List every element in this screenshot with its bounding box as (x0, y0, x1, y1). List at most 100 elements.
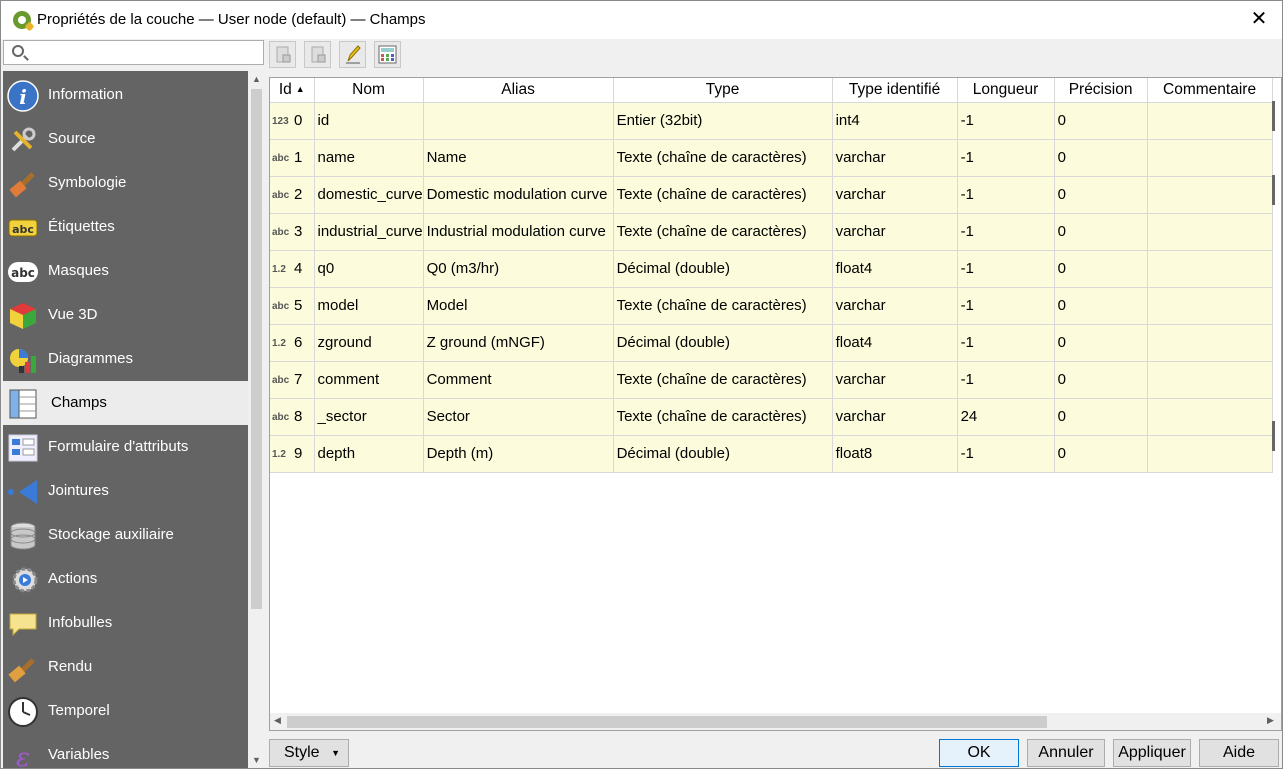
sidebar-scrollbar[interactable]: ▲ ▼ (248, 71, 265, 768)
cell-type[interactable]: Texte (chaîne de caractères) (613, 287, 833, 325)
cell-typename[interactable]: int4 (832, 102, 958, 140)
id-cell[interactable]: abc 8 (270, 398, 315, 436)
column-header[interactable]: Précision (1054, 78, 1148, 103)
style-dropdown-button[interactable]: Style ▼ (269, 739, 349, 767)
cell-name[interactable]: name (314, 139, 424, 177)
cell-alias[interactable]: Name (423, 139, 614, 177)
cell-alias[interactable]: Depth (m) (423, 435, 614, 473)
cell-name[interactable]: comment (314, 361, 424, 399)
table-row[interactable]: 123 0 id Entier (32bit) int4 -1 0 (270, 102, 1273, 140)
cell-comment[interactable] (1147, 176, 1273, 214)
column-header[interactable]: Id ▲ (270, 78, 315, 103)
sidebar-item-temporel[interactable]: Temporel (3, 689, 248, 733)
cell-length[interactable]: -1 (957, 435, 1055, 473)
sidebar-item-jointures[interactable]: Jointures (3, 469, 248, 513)
search-input[interactable] (3, 40, 264, 65)
scroll-left-arrow-icon[interactable]: ◀ (274, 715, 281, 726)
cell-length[interactable]: -1 (957, 176, 1055, 214)
cell-comment[interactable] (1147, 102, 1273, 140)
table-row[interactable]: abc 7 comment Comment Texte (chaîne de carac… (270, 361, 1273, 399)
sidebar-item-source[interactable]: Source (3, 117, 248, 161)
cell-name[interactable]: domestic_curve (314, 176, 424, 214)
table-row[interactable]: abc 3 industrial_curve Industrial modulatio… (270, 213, 1273, 251)
table-row[interactable]: abc 2 domestic_curve Domestic modulation cu… (270, 176, 1273, 214)
cell-comment[interactable] (1147, 361, 1273, 399)
sidebar-item-champs[interactable]: Champs (3, 381, 248, 425)
cell-name[interactable]: model (314, 287, 424, 325)
cancel-button[interactable]: Annuler (1027, 739, 1105, 767)
cell-comment[interactable] (1147, 398, 1273, 436)
cell-type[interactable]: Texte (chaîne de caractères) (613, 361, 833, 399)
column-header[interactable]: Type identifié (832, 78, 958, 103)
cell-typename[interactable]: varchar (832, 139, 958, 177)
cell-length[interactable]: -1 (957, 287, 1055, 325)
cell-type[interactable]: Texte (chaîne de caractères) (613, 176, 833, 214)
cell-alias[interactable]: Domestic modulation curve (423, 176, 614, 214)
table-row[interactable]: 1.2 4 q0 Q0 (m3/hr) Décimal (double) float4 -1… (270, 250, 1273, 288)
cell-name[interactable]: zground (314, 324, 424, 362)
sidebar-item-rendu[interactable]: Rendu (3, 645, 248, 689)
sidebar-item-symbologie[interactable]: Symbologie (3, 161, 248, 205)
id-cell[interactable]: 123 0 (270, 102, 315, 140)
sidebar-item-information[interactable]: i Information (3, 73, 248, 117)
cell-comment[interactable] (1147, 435, 1273, 473)
sidebar-item-formulaire-d-attributs[interactable]: Formulaire d'attributs (3, 425, 248, 469)
column-header[interactable]: Nom (314, 78, 424, 103)
cell-name[interactable]: industrial_curve (314, 213, 424, 251)
sidebar-item-diagrammes[interactable]: Diagrammes (3, 337, 248, 381)
cell-typename[interactable]: float4 (832, 324, 958, 362)
cell-precision[interactable]: 0 (1054, 287, 1148, 325)
sidebar-item-stockage-auxiliaire[interactable]: Stockage auxiliaire (3, 513, 248, 557)
id-cell[interactable]: abc 7 (270, 361, 315, 399)
column-header[interactable]: Alias (423, 78, 614, 103)
cell-comment[interactable] (1147, 139, 1273, 177)
id-cell[interactable]: abc 1 (270, 139, 315, 177)
cell-name[interactable]: id (314, 102, 424, 140)
cell-type[interactable]: Texte (chaîne de caractères) (613, 213, 833, 251)
id-cell[interactable]: 1.2 9 (270, 435, 315, 473)
cell-precision[interactable]: 0 (1054, 398, 1148, 436)
cell-comment[interactable] (1147, 250, 1273, 288)
cell-length[interactable]: -1 (957, 250, 1055, 288)
cell-precision[interactable]: 0 (1054, 361, 1148, 399)
cell-type[interactable]: Décimal (double) (613, 250, 833, 288)
id-cell[interactable]: abc 3 (270, 213, 315, 251)
table-scroll-thumb[interactable] (287, 716, 1047, 728)
cell-length[interactable]: -1 (957, 213, 1055, 251)
cell-precision[interactable]: 0 (1054, 213, 1148, 251)
cell-length[interactable]: -1 (957, 139, 1055, 177)
cell-alias[interactable]: Q0 (m3/hr) (423, 250, 614, 288)
sidebar-item-infobulles[interactable]: Infobulles (3, 601, 248, 645)
sidebar-item-vue-3d[interactable]: Vue 3D (3, 293, 248, 337)
delete-field-button[interactable] (304, 41, 331, 68)
scroll-right-arrow-icon[interactable]: ▶ (1267, 715, 1274, 726)
cell-name[interactable]: q0 (314, 250, 424, 288)
cell-precision[interactable]: 0 (1054, 176, 1148, 214)
cell-comment[interactable] (1147, 213, 1273, 251)
cell-typename[interactable]: varchar (832, 176, 958, 214)
cell-length[interactable]: -1 (957, 361, 1055, 399)
sidebar-scroll-thumb[interactable] (251, 89, 262, 609)
table-row[interactable]: abc 5 model Model Texte (chaîne de caractère… (270, 287, 1273, 325)
table-horizontal-scrollbar[interactable]: ◀ ▶ (270, 713, 1281, 730)
id-cell[interactable]: abc 2 (270, 176, 315, 214)
scroll-down-arrow-icon[interactable]: ▼ (252, 755, 261, 765)
cell-precision[interactable]: 0 (1054, 139, 1148, 177)
cell-length[interactable]: -1 (957, 102, 1055, 140)
cell-typename[interactable]: float4 (832, 250, 958, 288)
cell-comment[interactable] (1147, 324, 1273, 362)
cell-typename[interactable]: varchar (832, 287, 958, 325)
cell-type[interactable]: Texte (chaîne de caractères) (613, 139, 833, 177)
scroll-up-arrow-icon[interactable]: ▲ (252, 74, 261, 84)
sidebar-item-variables[interactable]: ε Variables (3, 733, 248, 768)
cell-type[interactable]: Décimal (double) (613, 435, 833, 473)
cell-precision[interactable]: 0 (1054, 102, 1148, 140)
sidebar-item-étiquettes[interactable]: abc Étiquettes (3, 205, 248, 249)
cell-typename[interactable]: float8 (832, 435, 958, 473)
table-row[interactable]: 1.2 9 depth Depth (m) Décimal (double) float8… (270, 435, 1273, 473)
id-cell[interactable]: 1.2 6 (270, 324, 315, 362)
sidebar-item-actions[interactable]: Actions (3, 557, 248, 601)
table-row[interactable]: abc 8 _sector Sector Texte (chaîne de caract… (270, 398, 1273, 436)
table-row[interactable]: abc 1 name Name Texte (chaîne de caractères)… (270, 139, 1273, 177)
id-cell[interactable]: 1.2 4 (270, 250, 315, 288)
